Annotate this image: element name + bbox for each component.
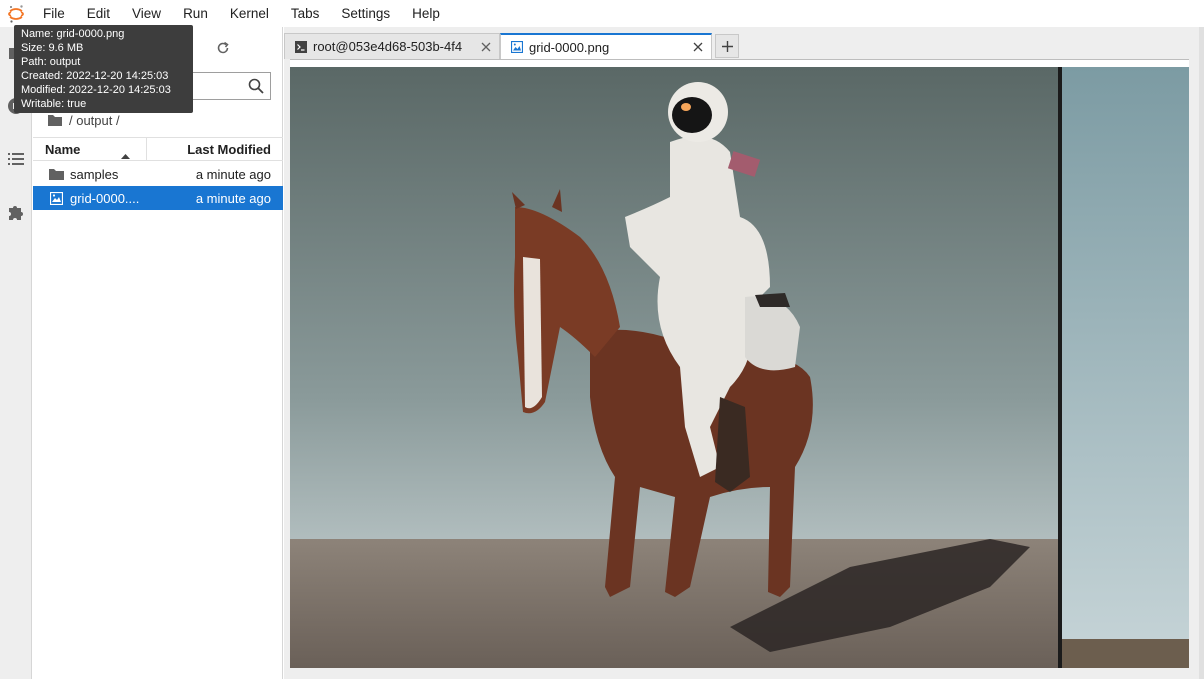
tooltip-line: Created: 2022-12-20 14:25:03	[21, 70, 169, 82]
breadcrumb: / output /	[47, 111, 120, 129]
jupyter-logo-icon[interactable]	[0, 0, 32, 27]
folder-icon	[48, 166, 64, 182]
refresh-icon[interactable]	[213, 38, 233, 58]
file-modified: a minute ago	[195, 190, 271, 206]
tab-terminal[interactable]: root@053e4d68-503b-4f4	[284, 33, 500, 59]
menu-settings[interactable]: Settings	[330, 0, 401, 27]
search-icon	[248, 78, 264, 94]
breadcrumb-path[interactable]: / output /	[69, 113, 120, 128]
menu-view[interactable]: View	[121, 0, 172, 27]
menu-help[interactable]: Help	[401, 0, 451, 27]
tab-label: root@053e4d68-503b-4f4	[313, 39, 463, 54]
tooltip-line: Writable: true	[21, 98, 87, 110]
menu-file[interactable]: File	[32, 0, 76, 27]
menu-run[interactable]: Run	[172, 0, 219, 27]
terminal-icon	[295, 40, 307, 53]
image-viewer[interactable]	[290, 59, 1189, 668]
add-tab-button[interactable]	[715, 34, 739, 58]
column-name-label: Name	[45, 141, 81, 157]
tab-image-viewer[interactable]: grid-0000.png	[500, 33, 712, 59]
activity-bar	[0, 27, 32, 679]
file-modified: a minute ago	[195, 166, 271, 182]
column-header-name[interactable]: Name	[33, 138, 147, 160]
file-row-grid-0000[interactable]: grid-0000.... a minute ago	[33, 186, 283, 210]
tooltip-line: Modified: 2022-12-20 14:25:03	[21, 84, 171, 96]
file-browser-panel: / output / Name Last Modified samples a …	[33, 27, 283, 679]
image-icon	[48, 190, 64, 206]
main-dock-area: root@053e4d68-503b-4f4 grid-0000.png	[284, 27, 1204, 679]
file-name: samples	[70, 166, 119, 182]
image-icon	[511, 41, 523, 53]
astronaut-riding-horse-image	[290, 67, 1189, 668]
close-icon[interactable]	[691, 40, 705, 54]
file-list-header: Name Last Modified	[33, 137, 283, 161]
file-name: grid-0000....	[70, 190, 140, 206]
home-folder-icon[interactable]	[47, 114, 63, 127]
tab-label: grid-0000.png	[529, 39, 610, 55]
menu-bar: File Edit View Run Kernel Tabs Settings …	[0, 0, 1204, 27]
plus-icon	[721, 40, 733, 52]
tooltip-line: Size: 9.6 MB	[21, 42, 84, 54]
extension-puzzle-icon[interactable]	[7, 203, 25, 221]
tab-bar: root@053e4d68-503b-4f4 grid-0000.png	[284, 33, 739, 59]
file-row-samples[interactable]: samples a minute ago	[33, 162, 283, 186]
menu-edit[interactable]: Edit	[76, 0, 121, 27]
menu-kernel[interactable]: Kernel	[219, 0, 280, 27]
close-icon[interactable]	[480, 40, 493, 54]
table-of-contents-icon[interactable]	[7, 150, 25, 168]
file-info-tooltip: Name: grid-0000.png Size: 9.6 MB Path: o…	[14, 25, 193, 113]
sort-ascending-icon	[121, 147, 130, 162]
right-sidebar-strip	[1199, 27, 1204, 679]
tooltip-line: Name: grid-0000.png	[21, 28, 125, 40]
column-header-last-modified[interactable]: Last Modified	[147, 138, 283, 160]
tooltip-line: Path: output	[21, 56, 81, 68]
menu-tabs[interactable]: Tabs	[280, 0, 331, 27]
